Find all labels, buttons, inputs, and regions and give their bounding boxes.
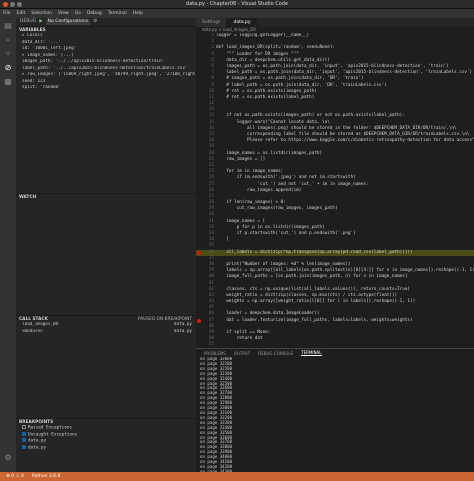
breakpoint-item[interactable]: data.py xyxy=(16,444,196,452)
search-icon[interactable]: ⌕ xyxy=(4,36,12,44)
settings-gear-icon[interactable]: ⚙ xyxy=(4,454,12,462)
menu-item-terminal[interactable]: Terminal xyxy=(108,11,127,16)
variable-row[interactable]: ▸ raw_images: ['15069_right.jpeg', '4079… xyxy=(16,72,196,79)
debug-header: DEBUG ▶ No Configurations ⚙ xyxy=(16,18,196,26)
menu-item-file[interactable]: File xyxy=(3,11,11,16)
debug-settings-icon[interactable]: ⚙ xyxy=(93,18,97,26)
code-text: return dat xyxy=(216,336,263,342)
menu-item-debug[interactable]: Debug xyxy=(87,11,102,16)
code-text: if p.startswith('cut_') and p.endswith('… xyxy=(216,231,356,236)
callstack-section-header[interactable]: CALL STACK PAUSED ON BREAKPOINT xyxy=(16,315,196,322)
debug-sidebar: DEBUG ▶ No Configurations ⚙ VARIABLES ▸ … xyxy=(16,18,196,472)
breakpoint-checkbox[interactable] xyxy=(22,444,26,449)
breakpoint-label: data.py xyxy=(28,438,47,444)
bottom-panel: PROBLEMS OUTPUT DEBUG CONSOLE TERMINAL on p… xyxy=(196,348,474,472)
frame-file: data.py xyxy=(173,328,192,334)
code-text: Please refer to https://www.kaggle.com/c… xyxy=(216,138,474,144)
code-text: # ret = os.path.exists(label_path) xyxy=(216,94,315,100)
code-text: image_full_paths = [os.path.join(images_… xyxy=(216,274,408,280)
start-debug-icon[interactable]: ▶ xyxy=(39,18,42,26)
callstack-list: load_images_DR data.py <module> data.py xyxy=(16,322,196,418)
code-view[interactable]: 1 logger = logging.getLogger(__name__) 2 3 d… xyxy=(196,33,474,348)
breakpoints-list: Raised Exceptions Uncaught Exceptions data… xyxy=(16,425,196,451)
panel-tab-output[interactable]: OUTPUT xyxy=(234,351,250,356)
breakpoint-checkbox[interactable] xyxy=(22,425,26,429)
panel-tab-terminal[interactable]: TERMINAL xyxy=(301,350,322,356)
source-control-icon[interactable]: ⑂ xyxy=(4,50,12,58)
menu-item-view[interactable]: View xyxy=(58,11,69,16)
title-bar: data.py - Chapter08 - Visual Studio Code xyxy=(0,0,474,9)
debug-config-select[interactable]: No Configurations xyxy=(45,19,91,25)
code-text: logger = logging.getLogger(__name__) xyxy=(216,33,310,38)
variables-list: ▸ Locals data_dir: '...' id: '10001_left… xyxy=(16,33,196,193)
breakpoint-dot-icon[interactable] xyxy=(197,318,201,323)
code-text: weights = np.array([weight_ratio[l[0]] f… xyxy=(216,299,416,305)
debug-icon[interactable]: ⊘ xyxy=(4,64,12,72)
code-text: cut_raw_images(raw_images, images_path) xyxy=(216,206,338,212)
code-text: ] xyxy=(216,237,229,243)
panel-tab-debug-console[interactable]: DEBUG CONSOLE xyxy=(258,351,293,356)
debug-title: DEBUG xyxy=(20,19,37,24)
frame-name: <module> xyxy=(22,328,43,334)
extensions-icon[interactable]: ▦ xyxy=(4,78,12,86)
status-bar: ⊗ 0 ⚠ 0 Python 3.6.8 xyxy=(0,472,474,481)
menu-item-edit[interactable]: Edit xyxy=(17,11,26,16)
editor-tabs: Settings data.py xyxy=(196,18,474,27)
breakpoints-section-header[interactable]: BREAKPOINTS xyxy=(16,418,196,425)
code-line: 18 Please refer to https://www.kaggle.co… xyxy=(196,138,474,144)
explorer-icon[interactable]: ▤ xyxy=(4,22,12,30)
code-text: raw_images.append(im) xyxy=(216,187,302,193)
menu-item-go[interactable]: Go xyxy=(75,11,81,16)
panel-tab-problems[interactable]: PROBLEMS xyxy=(204,351,226,356)
problems-status[interactable]: ⊗ 0 ⚠ 0 xyxy=(6,474,24,479)
tab-settings[interactable]: Settings xyxy=(196,18,228,27)
breakpoint-dot-icon[interactable] xyxy=(197,250,201,255)
breakpoint-label: data.py xyxy=(28,445,47,450)
activity-bar: ▤ ⌕ ⑂ ⊘ ▦ ⚙ xyxy=(0,18,16,472)
code-text: dat = loader.featurize(image_full_paths,… xyxy=(216,317,413,323)
watch-section-header[interactable]: WATCH xyxy=(16,193,196,200)
window-title: data.py - Chapter08 - Visual Studio Code xyxy=(185,1,289,7)
breakpoint-checkbox[interactable] xyxy=(22,431,26,436)
tab-data-py[interactable]: data.py xyxy=(227,18,258,27)
terminal-output[interactable]: on page 32000 on page 32100 on page 32200 o… xyxy=(196,357,474,472)
watch-list xyxy=(16,200,196,315)
editor-area: Settings data.py data.py > load_images_DR… xyxy=(196,18,474,348)
python-interpreter[interactable]: Python 3.6.8 xyxy=(32,474,60,479)
menu-bar: File Edit Selection View Go Debug Terminal Help xyxy=(0,9,474,18)
menu-item-help[interactable]: Help xyxy=(133,11,143,16)
variable-row[interactable]: split: 'random' xyxy=(16,85,196,92)
variables-section-header[interactable]: VARIABLES xyxy=(16,26,196,33)
callstack-frame[interactable]: <module> data.py xyxy=(16,329,196,336)
breakpoint-label: Uncaught Exceptions xyxy=(28,432,78,437)
breakpoint-checkbox[interactable] xyxy=(22,438,26,442)
code-text: all_labels = dict(zip(*np.transpose(np.a… xyxy=(216,249,413,255)
panel-tabs: PROBLEMS OUTPUT DEBUG CONSOLE TERMINAL xyxy=(196,349,474,357)
menu-item-selection[interactable]: Selection xyxy=(31,11,52,16)
breakpoint-label: Raised Exceptions xyxy=(28,425,72,431)
code-text: raw_images = [] xyxy=(216,156,266,162)
